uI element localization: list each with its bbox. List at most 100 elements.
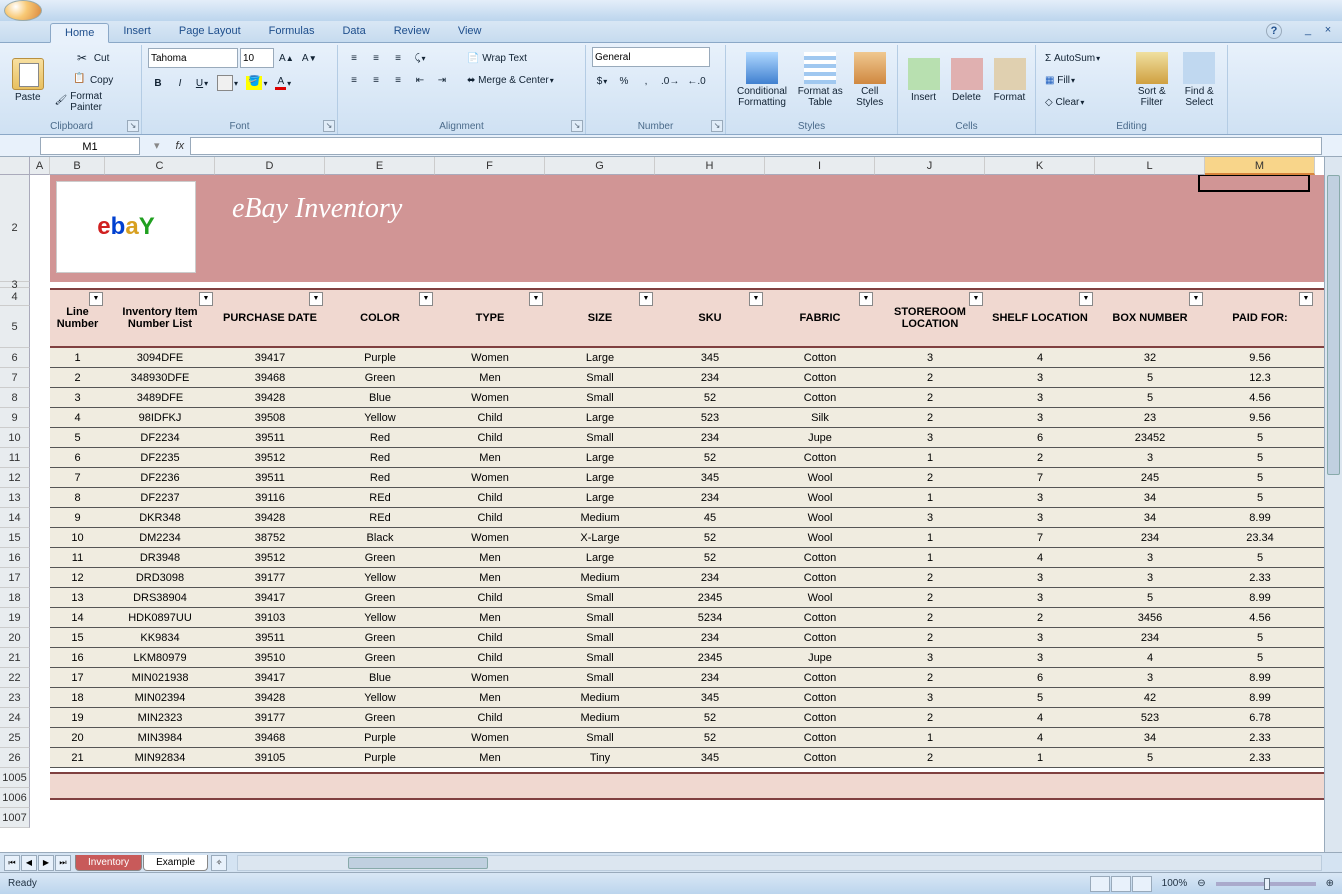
table-cell[interactable]: 5 bbox=[985, 688, 1095, 707]
col-header-F[interactable]: F bbox=[435, 157, 545, 175]
table-cell[interactable]: 4 bbox=[985, 728, 1095, 747]
table-cell[interactable]: Men bbox=[435, 448, 545, 467]
table-cell[interactable]: 2 bbox=[875, 708, 985, 727]
table-cell[interactable]: Women bbox=[435, 348, 545, 367]
table-cell[interactable]: 3094DFE bbox=[105, 348, 215, 367]
table-cell[interactable]: 5 bbox=[1205, 468, 1315, 487]
table-cell[interactable]: Men bbox=[435, 608, 545, 627]
table-cell[interactable]: Medium bbox=[545, 708, 655, 727]
table-cell[interactable]: 345 bbox=[655, 468, 765, 487]
sheet-tab-example[interactable]: Example bbox=[143, 855, 208, 871]
table-cell[interactable]: Silk bbox=[765, 408, 875, 427]
table-cell[interactable]: X-Large bbox=[545, 528, 655, 547]
table-cell[interactable]: 3 bbox=[985, 508, 1095, 527]
table-cell[interactable]: 5 bbox=[1205, 448, 1315, 467]
sheet-tab-inventory[interactable]: Inventory bbox=[75, 855, 142, 871]
table-cell[interactable]: 2345 bbox=[655, 588, 765, 607]
table-cell[interactable]: 2 bbox=[875, 388, 985, 407]
table-cell[interactable]: 23452 bbox=[1095, 428, 1205, 447]
table-cell[interactable]: 4 bbox=[1095, 648, 1205, 667]
table-cell[interactable]: Cotton bbox=[765, 728, 875, 747]
minimize-button[interactable]: _ bbox=[1300, 23, 1316, 39]
table-cell[interactable]: 32 bbox=[1095, 348, 1205, 367]
col-header-G[interactable]: G bbox=[545, 157, 655, 175]
table-cell[interactable]: REd bbox=[325, 488, 435, 507]
col-header-L[interactable]: L bbox=[1095, 157, 1205, 175]
table-cell[interactable]: 3 bbox=[1095, 448, 1205, 467]
table-cell[interactable]: 3456 bbox=[1095, 608, 1205, 627]
tab-formulas[interactable]: Formulas bbox=[255, 22, 329, 42]
table-cell[interactable]: 1 bbox=[875, 448, 985, 467]
col-header-M[interactable]: M bbox=[1205, 157, 1315, 175]
table-cell[interactable]: Purple bbox=[325, 348, 435, 367]
row-header-15[interactable]: 15 bbox=[0, 528, 30, 548]
row-header-17[interactable]: 17 bbox=[0, 568, 30, 588]
table-cell[interactable]: 3 bbox=[50, 388, 105, 407]
row-header-21[interactable]: 21 bbox=[0, 648, 30, 668]
table-cell[interactable]: DM2234 bbox=[105, 528, 215, 547]
table-cell[interactable]: Cotton bbox=[765, 708, 875, 727]
row-header-13[interactable]: 13 bbox=[0, 488, 30, 508]
shrink-font-button[interactable]: A▼ bbox=[299, 47, 320, 69]
table-cell[interactable]: 3 bbox=[985, 408, 1095, 427]
table-cell[interactable]: 234 bbox=[655, 568, 765, 587]
table-cell[interactable]: 5 bbox=[1095, 388, 1205, 407]
sheet-nav-last[interactable]: ⏭ bbox=[55, 855, 71, 871]
table-cell[interactable]: Cotton bbox=[765, 388, 875, 407]
table-cell[interactable]: 5 bbox=[1095, 748, 1205, 767]
align-left-button[interactable]: ≡ bbox=[344, 69, 364, 91]
table-cell[interactable]: Tiny bbox=[545, 748, 655, 767]
table-cell[interactable]: 7 bbox=[985, 468, 1095, 487]
table-cell[interactable]: Cotton bbox=[765, 608, 875, 627]
number-dialog-launcher[interactable]: ↘ bbox=[711, 120, 723, 132]
table-cell[interactable]: Cotton bbox=[765, 628, 875, 647]
table-cell[interactable]: Small bbox=[545, 668, 655, 687]
table-cell[interactable]: DRS38904 bbox=[105, 588, 215, 607]
table-cell[interactable]: 39510 bbox=[215, 648, 325, 667]
bold-button[interactable]: B bbox=[148, 72, 168, 94]
view-layout-button[interactable] bbox=[1111, 876, 1131, 892]
filter-button[interactable]: ▼ bbox=[969, 292, 983, 306]
table-cell[interactable]: Red bbox=[325, 428, 435, 447]
table-cell[interactable]: Wool bbox=[765, 468, 875, 487]
decrease-indent-button[interactable]: ⇤ bbox=[410, 69, 430, 91]
table-cell[interactable]: 18 bbox=[50, 688, 105, 707]
paste-button[interactable]: Paste bbox=[8, 47, 47, 113]
table-cell[interactable]: 16 bbox=[50, 648, 105, 667]
currency-button[interactable]: $ bbox=[592, 70, 612, 92]
italic-button[interactable]: I bbox=[170, 72, 190, 94]
col-header-E[interactable]: E bbox=[325, 157, 435, 175]
view-normal-button[interactable] bbox=[1090, 876, 1110, 892]
table-cell[interactable]: HDK0897UU bbox=[105, 608, 215, 627]
table-cell[interactable]: Red bbox=[325, 448, 435, 467]
table-cell[interactable]: 17 bbox=[50, 668, 105, 687]
table-cell[interactable]: 2 bbox=[875, 748, 985, 767]
table-cell[interactable]: Small bbox=[545, 388, 655, 407]
table-cell[interactable]: Jupe bbox=[765, 428, 875, 447]
table-cell[interactable]: 1 bbox=[875, 488, 985, 507]
table-row[interactable]: 13094DFE39417PurpleWomenLarge345Cotton34… bbox=[50, 348, 1324, 368]
help-icon[interactable]: ? bbox=[1266, 23, 1282, 39]
table-cell[interactable]: Child bbox=[435, 508, 545, 527]
table-cell[interactable]: 3 bbox=[985, 628, 1095, 647]
table-cell[interactable]: 98IDFKJ bbox=[105, 408, 215, 427]
table-cell[interactable]: 39417 bbox=[215, 348, 325, 367]
table-cell[interactable]: 5 bbox=[1095, 588, 1205, 607]
table-cell[interactable]: Black bbox=[325, 528, 435, 547]
row-header-25[interactable]: 25 bbox=[0, 728, 30, 748]
table-cell[interactable]: 38752 bbox=[215, 528, 325, 547]
filter-button[interactable]: ▼ bbox=[529, 292, 543, 306]
col-header-D[interactable]: D bbox=[215, 157, 325, 175]
row-header-12[interactable]: 12 bbox=[0, 468, 30, 488]
comma-button[interactable]: , bbox=[636, 70, 656, 92]
table-cell[interactable]: 23.34 bbox=[1205, 528, 1315, 547]
table-cell[interactable]: 52 bbox=[655, 388, 765, 407]
table-cell[interactable]: Wool bbox=[765, 488, 875, 507]
row-header-22[interactable]: 22 bbox=[0, 668, 30, 688]
table-cell[interactable]: 7 bbox=[50, 468, 105, 487]
underline-button[interactable]: U bbox=[192, 72, 212, 94]
table-cell[interactable]: 1 bbox=[875, 728, 985, 747]
table-row[interactable]: 15KK983439511GreenChildSmall234Cotton232… bbox=[50, 628, 1324, 648]
table-cell[interactable]: 39105 bbox=[215, 748, 325, 767]
table-cell[interactable]: 345 bbox=[655, 348, 765, 367]
